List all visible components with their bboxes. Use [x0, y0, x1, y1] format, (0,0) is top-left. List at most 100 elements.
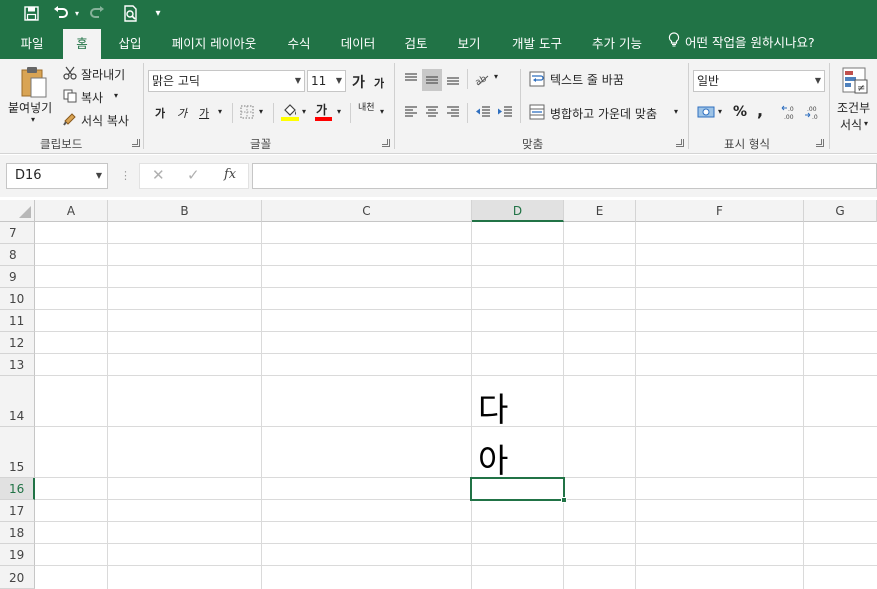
row-header-11[interactable]: 11 — [0, 310, 35, 332]
formula-input[interactable] — [252, 163, 877, 189]
customize-qat-icon[interactable]: ▾ — [150, 0, 166, 26]
bold-button[interactable]: 가 — [155, 105, 165, 121]
align-center-icon[interactable] — [423, 102, 441, 122]
font-color-dropdown-icon[interactable]: ▾ — [337, 107, 341, 116]
decrease-indent-icon[interactable] — [474, 102, 492, 122]
conditional-formatting-icon[interactable]: ≠ — [840, 65, 870, 97]
copy-button[interactable]: 복사 — [81, 89, 103, 106]
tab-addins[interactable]: 추가 기능 — [584, 26, 650, 59]
cut-button[interactable]: 잘라내기 — [81, 66, 125, 83]
row-header-10[interactable]: 10 — [0, 288, 35, 310]
select-all-button[interactable] — [0, 200, 35, 222]
tab-developer[interactable]: 개발 도구 — [503, 26, 571, 59]
column-header-b[interactable]: B — [108, 200, 262, 222]
tab-home[interactable]: 홈 — [63, 29, 101, 59]
alignment-launcher-icon[interactable] — [676, 139, 684, 147]
row-header-20[interactable]: 20 — [0, 566, 35, 589]
align-bottom-icon[interactable] — [444, 69, 462, 89]
row-header-18[interactable]: 18 — [0, 522, 35, 544]
decrease-decimal-icon[interactable]: .00.0 — [804, 103, 824, 121]
merge-dropdown-icon[interactable]: ▾ — [674, 107, 678, 116]
font-color-button[interactable]: 가 — [316, 101, 327, 118]
underline-button[interactable]: 가 — [199, 105, 209, 121]
wrap-text-button[interactable]: 텍스트 줄 바꿈 — [550, 71, 624, 88]
row-header-9[interactable]: 9 — [0, 266, 35, 288]
scissors-icon[interactable] — [62, 65, 78, 81]
align-middle-icon[interactable] — [422, 69, 442, 91]
row-header-7[interactable]: 7 — [0, 222, 35, 244]
row-header-14[interactable]: 14 — [0, 376, 35, 427]
borders-icon[interactable] — [239, 104, 255, 120]
column-header-g[interactable]: G — [804, 200, 877, 222]
fill-handle[interactable] — [561, 497, 567, 503]
row-header-12[interactable]: 12 — [0, 332, 35, 354]
tab-file[interactable]: 파일 — [12, 26, 52, 59]
tab-review[interactable]: 검토 — [396, 26, 436, 59]
tab-view[interactable]: 보기 — [449, 26, 489, 59]
print-preview-icon[interactable] — [120, 0, 142, 26]
row-header-15[interactable]: 15 — [0, 427, 35, 478]
wrap-text-icon[interactable] — [528, 70, 546, 88]
merge-center-icon[interactable] — [528, 103, 546, 121]
column-header-c[interactable]: C — [262, 200, 472, 222]
increase-indent-icon[interactable] — [496, 102, 514, 122]
accounting-format-icon[interactable] — [696, 103, 716, 121]
grow-font-button[interactable]: 가 — [352, 72, 365, 92]
cancel-entry-icon[interactable]: ✕ — [152, 166, 165, 184]
align-left-icon[interactable] — [402, 102, 420, 122]
font-name-select[interactable]: 맑은 고딕 ▼ — [148, 70, 305, 92]
active-cell-d16[interactable] — [470, 477, 565, 501]
italic-button[interactable]: 가 — [177, 105, 187, 121]
format-painter-icon[interactable] — [62, 111, 78, 127]
clipboard-launcher-icon[interactable] — [132, 139, 140, 147]
fill-color-icon[interactable] — [281, 102, 299, 122]
paste-label[interactable]: 붙여넣기 — [8, 99, 52, 116]
underline-dropdown-icon[interactable]: ▾ — [218, 107, 222, 116]
row-header-13[interactable]: 13 — [0, 354, 35, 376]
orientation-icon[interactable]: ab — [474, 69, 492, 89]
font-launcher-icon[interactable] — [382, 139, 390, 147]
borders-dropdown-icon[interactable]: ▾ — [259, 107, 263, 116]
align-top-icon[interactable] — [402, 69, 420, 89]
percent-button[interactable]: % — [733, 104, 747, 120]
font-size-select[interactable]: 11 ▼ — [307, 70, 346, 92]
column-header-d[interactable]: D — [472, 200, 564, 222]
row-header-8[interactable]: 8 — [0, 244, 35, 266]
tab-formulas[interactable]: 수식 — [279, 26, 319, 59]
cell-d15[interactable]: 아 — [478, 434, 508, 482]
save-icon[interactable] — [20, 0, 42, 26]
merge-center-button[interactable]: 병합하고 가운데 맞춤 — [550, 105, 657, 122]
column-header-a[interactable]: A — [35, 200, 108, 222]
cell-d14[interactable]: 다 — [478, 383, 508, 431]
shrink-font-button[interactable]: 가 — [374, 75, 384, 91]
row-header-16[interactable]: 16 — [0, 478, 35, 500]
accounting-dropdown-icon[interactable]: ▾ — [718, 107, 722, 116]
paste-dropdown-icon[interactable]: ▾ — [31, 115, 35, 124]
confirm-entry-icon[interactable]: ✓ — [187, 166, 200, 184]
column-header-e[interactable]: E — [564, 200, 636, 222]
orientation-dropdown-icon[interactable]: ▾ — [494, 72, 498, 81]
column-header-f[interactable]: F — [636, 200, 804, 222]
tab-insert[interactable]: 삽입 — [110, 26, 150, 59]
number-launcher-icon[interactable] — [816, 139, 824, 147]
tab-data[interactable]: 데이터 — [332, 26, 384, 59]
increase-decimal-icon[interactable]: .0.00 — [781, 103, 801, 121]
comma-button[interactable]: , — [757, 101, 763, 120]
format-painter-button[interactable]: 서식 복사 — [81, 112, 129, 129]
copy-dropdown-icon[interactable]: ▾ — [114, 91, 118, 100]
align-right-icon[interactable] — [444, 102, 462, 122]
row-header-19[interactable]: 19 — [0, 544, 35, 566]
insert-function-button[interactable]: fx — [224, 167, 236, 182]
conditional-formatting-dropdown-icon[interactable]: ▾ — [864, 119, 868, 128]
phonetic-button[interactable]: 내천 — [358, 103, 378, 113]
conditional-formatting-line2[interactable]: 서식 — [840, 116, 862, 133]
phonetic-dropdown-icon[interactable]: ▾ — [380, 107, 384, 116]
redo-icon[interactable] — [86, 0, 108, 26]
formula-bar-grip-icon[interactable]: ⋮ — [120, 169, 131, 182]
undo-icon[interactable] — [50, 0, 72, 26]
fill-color-dropdown-icon[interactable]: ▾ — [302, 107, 306, 116]
tell-me-search[interactable]: 어떤 작업을 원하시나요? — [668, 26, 815, 59]
undo-dropdown-icon[interactable]: ▾ — [72, 0, 82, 26]
tab-page-layout[interactable]: 페이지 레이아웃 — [163, 26, 265, 59]
copy-icon[interactable] — [62, 88, 78, 104]
